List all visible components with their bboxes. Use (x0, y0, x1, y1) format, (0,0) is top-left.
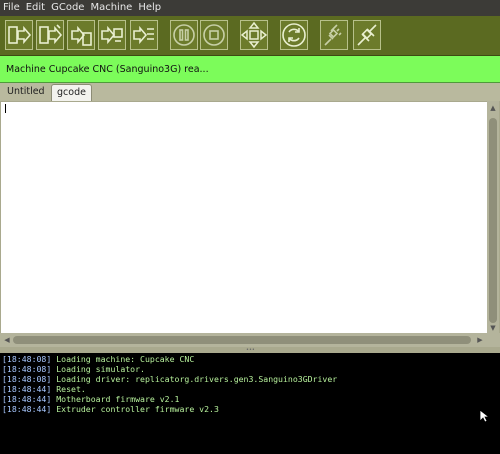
menu-gcode[interactable]: GCode (48, 0, 87, 16)
scroll-left-arrow-icon[interactable]: ◀ (1, 335, 13, 345)
console-line: [18:48:08] Loading machine: Cupcake CNC (2, 354, 195, 364)
generate-icon (133, 25, 154, 45)
disconnect-icon (324, 24, 342, 46)
build-remote-button[interactable] (98, 20, 126, 50)
reset-button[interactable] (280, 20, 308, 50)
tab-gcode[interactable]: gcode (51, 84, 92, 101)
horizontal-scrollbar[interactable]: ◀ ▶ (0, 333, 500, 347)
control-panel-button[interactable] (240, 20, 268, 50)
horizontal-scroll-thumb[interactable] (13, 336, 471, 344)
build-to-file-button[interactable] (67, 20, 95, 50)
menu-machine[interactable]: Machine (87, 0, 135, 16)
pause-icon (173, 24, 195, 46)
pause-button[interactable] (170, 20, 198, 50)
disconnect-button[interactable] (320, 20, 348, 50)
editor-area: ▲ ▼ ◀ ▶ (0, 101, 500, 347)
menu-edit[interactable]: Edit (23, 0, 48, 16)
upload-icon (39, 24, 63, 45)
tab-untitled[interactable]: Untitled (2, 84, 50, 101)
console-line: [18:48:44] Reset. (2, 384, 86, 394)
control-panel-icon (241, 21, 267, 49)
build-button[interactable] (5, 20, 33, 50)
scroll-right-arrow-icon[interactable]: ▶ (474, 335, 486, 345)
console-line: [18:48:44] Extruder controller firmware … (2, 404, 219, 414)
console-line: [18:48:08] Loading simulator. (2, 364, 145, 374)
divider-grip-icon: ••• (246, 347, 255, 353)
text-caret (5, 104, 6, 113)
connect-icon (357, 24, 377, 46)
mouse-pointer-icon (479, 409, 489, 423)
connect-button[interactable] (353, 20, 381, 50)
stop-icon (203, 24, 225, 46)
menu-bar: File Edit GCode Machine Help (0, 0, 500, 16)
tab-bar: Untitled gcode (0, 83, 500, 102)
build-remote-icon (101, 25, 123, 45)
generate-button[interactable] (130, 20, 158, 50)
scroll-down-arrow-icon[interactable]: ▼ (487, 323, 499, 333)
build-to-file-icon (71, 25, 92, 46)
console-output: [18:48:08] Loading machine: Cupcake CNC … (0, 353, 500, 454)
menu-help[interactable]: Help (135, 0, 164, 16)
console-line: [18:48:44] Motherboard firmware v2.1 (2, 394, 180, 404)
vertical-scrollbar[interactable]: ▲ ▼ (487, 101, 499, 333)
toolbar (0, 16, 500, 56)
stop-button[interactable] (200, 20, 228, 50)
code-editor[interactable] (1, 102, 487, 333)
menu-file[interactable]: File (0, 0, 23, 16)
build-icon (8, 25, 32, 45)
upload-button[interactable] (36, 20, 64, 50)
console-line: [18:48:08] Loading driver: replicatorg.d… (2, 374, 338, 384)
scroll-up-arrow-icon[interactable]: ▲ (487, 103, 499, 113)
status-bar: Machine Cupcake CNC (Sanguino3G) rea... (0, 56, 500, 83)
reset-icon (282, 23, 306, 47)
vertical-scroll-thumb[interactable] (489, 118, 497, 323)
